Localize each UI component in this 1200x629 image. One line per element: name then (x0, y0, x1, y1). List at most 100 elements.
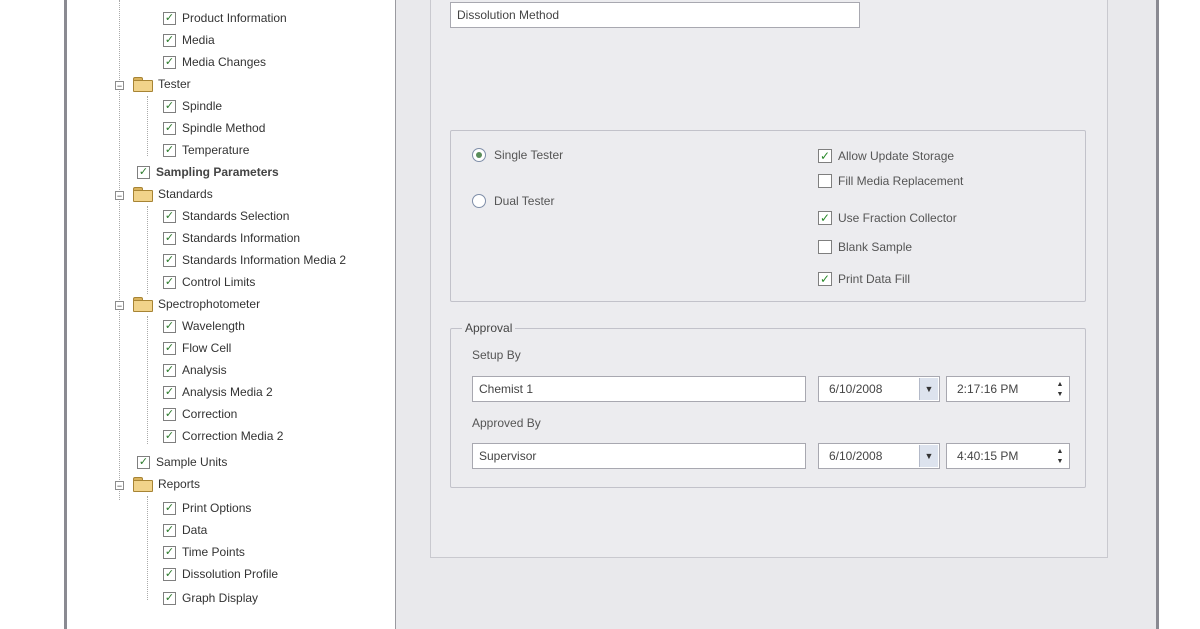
setup-by-label: Setup By (472, 348, 521, 362)
tree-item[interactable]: ✓ Correction Media 2 (163, 426, 283, 446)
tree-item-label: Time Points (182, 545, 245, 559)
setup-time-value: 2:17:16 PM (957, 382, 1019, 396)
tree-folder[interactable]: Reports (133, 474, 200, 494)
single-tester-radio[interactable] (472, 148, 486, 162)
tree-expander[interactable]: − (115, 191, 124, 201)
checkbox-icon[interactable]: ✓ (163, 253, 176, 267)
checkbox-icon[interactable]: ✓ (163, 99, 176, 113)
chevron-down-icon[interactable]: ▼ (919, 445, 938, 467)
tree-item-label: Wavelength (182, 319, 245, 333)
tree-expander[interactable]: − (115, 481, 124, 491)
fill-media-replacement-label: Fill Media Replacement (838, 174, 964, 188)
checkbox-icon[interactable]: ✓ (163, 501, 176, 515)
checkbox-icon[interactable]: ✓ (163, 143, 176, 157)
tree-folder[interactable]: Spectrophotometer (133, 294, 260, 314)
checkbox-icon[interactable]: ✓ (163, 545, 176, 559)
tree-item[interactable]: ✓ Standards Selection (163, 206, 289, 226)
tree-expander[interactable]: − (115, 81, 124, 91)
checkbox-icon[interactable]: ✓ (163, 407, 176, 421)
checkbox-icon[interactable]: ✓ (163, 319, 176, 333)
tree-item-label: Standards Information (182, 231, 301, 245)
tree-item[interactable]: ✓ Wavelength (163, 316, 245, 336)
tree-item[interactable]: ✓ Spindle Method (163, 118, 265, 138)
tree-item[interactable]: ✓ Product Information (163, 8, 287, 28)
setup-date-value: 6/10/2008 (829, 382, 883, 396)
checkbox-icon[interactable]: ✓ (163, 363, 176, 377)
checkbox-icon[interactable]: ✓ (137, 165, 150, 179)
tree-folder[interactable]: Standards (133, 184, 213, 204)
tree-expander[interactable]: − (115, 301, 124, 311)
checkbox-icon[interactable]: ✓ (163, 55, 176, 69)
tree-item-label: Media Changes (182, 55, 267, 69)
checkbox-icon[interactable]: ✓ (163, 275, 176, 289)
single-tester-label: Single Tester (494, 148, 564, 162)
checkbox-icon[interactable]: ✓ (163, 341, 176, 355)
tree-item[interactable]: ✓ Analysis (163, 360, 227, 380)
checkbox-icon[interactable]: ✓ (163, 121, 176, 135)
setup-by-value: Chemist 1 (479, 382, 534, 396)
tree-line (147, 496, 148, 600)
approved-date-value: 6/10/2008 (829, 449, 883, 463)
setup-date-picker[interactable]: 6/10/2008 ▼ (818, 376, 940, 402)
method-name-value: Dissolution Method (457, 8, 560, 22)
tree-item[interactable]: ✓ Temperature (163, 140, 249, 160)
checkbox-icon[interactable]: ✓ (163, 231, 176, 245)
checkbox-icon[interactable]: ✓ (163, 523, 176, 537)
tree-item-label: Spindle Method (182, 121, 266, 135)
tree-item-label: Spindle (182, 99, 223, 113)
tree-item[interactable]: ✓ Control Limits (163, 272, 255, 292)
tree-item[interactable]: ✓ Standards Information (163, 228, 300, 248)
approved-by-input[interactable]: Supervisor (472, 443, 806, 469)
blank-sample-checkbox[interactable] (818, 240, 832, 254)
allow-update-storage-checkbox[interactable]: ✓ (818, 149, 832, 163)
tree-line (147, 206, 148, 294)
method-name-input[interactable]: Dissolution Method (450, 2, 860, 28)
checkbox-icon[interactable]: ✓ (163, 33, 176, 47)
tree-item-label: Standards Selection (182, 209, 290, 223)
folder-icon (133, 297, 153, 312)
tree-item[interactable]: ✓ Dissolution Profile (163, 564, 278, 584)
tree-item[interactable]: ✓ Data (163, 520, 207, 540)
tree-item[interactable]: ✓ Graph Display (163, 588, 258, 608)
dual-tester-radio[interactable] (472, 194, 486, 208)
checkbox-icon[interactable]: ✓ (137, 455, 150, 469)
tree-item[interactable]: ✓ Correction (163, 404, 237, 424)
checkbox-icon[interactable]: ✓ (163, 11, 176, 25)
spin-updown-icon[interactable]: ▲ ▼ (1053, 379, 1067, 399)
spin-updown-icon[interactable]: ▲ ▼ (1053, 446, 1067, 466)
tree-item[interactable]: ✓ Time Points (163, 542, 245, 562)
tree-item-label: Temperature (182, 143, 250, 157)
approved-date-picker[interactable]: 6/10/2008 ▼ (818, 443, 940, 469)
tree-folder[interactable]: Tester (133, 74, 191, 94)
checkbox-icon[interactable]: ✓ (163, 385, 176, 399)
tree-item[interactable]: ✓ Standards Information Media 2 (163, 250, 346, 270)
chevron-down-icon[interactable]: ▼ (919, 378, 938, 400)
checkbox-icon[interactable]: ✓ (163, 209, 176, 223)
settings-tree[interactable]: − − − − ✓ Product Information ✓ Media ✓ Med… (67, 0, 396, 629)
checkbox-icon[interactable]: ✓ (163, 591, 176, 605)
use-fraction-collector-checkbox[interactable]: ✓ (818, 211, 832, 225)
use-fraction-collector-label: Use Fraction Collector (838, 211, 957, 225)
print-data-fill-label: Print Data Fill (838, 272, 911, 286)
checkbox-icon[interactable]: ✓ (163, 567, 176, 581)
tree-item[interactable]: ✓ Media (163, 30, 215, 50)
fill-media-replacement-checkbox[interactable] (818, 174, 832, 188)
tree-item-label: Standards Information Media 2 (182, 253, 347, 267)
tree-item[interactable]: ✓ Sampling Parameters (137, 162, 279, 182)
tree-item[interactable]: ✓ Media Changes (163, 52, 266, 72)
tree-item[interactable]: ✓ Print Options (163, 498, 251, 518)
setup-by-input[interactable]: Chemist 1 (472, 376, 806, 402)
tree-item-label: Sampling Parameters (156, 165, 279, 179)
tree-item-label: Media (182, 33, 215, 47)
tree-item-label: Correction Media 2 (182, 429, 284, 443)
tree-item[interactable]: ✓ Sample Units (137, 452, 227, 472)
checkbox-icon[interactable]: ✓ (163, 429, 176, 443)
approved-time-picker[interactable]: 4:40:15 PM ▲ ▼ (946, 443, 1070, 469)
tree-item[interactable]: ✓ Spindle (163, 96, 222, 116)
print-data-fill-checkbox[interactable]: ✓ (818, 272, 832, 286)
tree-item[interactable]: ✓ Flow Cell (163, 338, 231, 358)
tree-item[interactable]: ✓ Analysis Media 2 (163, 382, 273, 402)
setup-time-picker[interactable]: 2:17:16 PM ▲ ▼ (946, 376, 1070, 402)
tree-item-label: Graph Display (182, 591, 259, 605)
folder-icon (133, 187, 153, 202)
